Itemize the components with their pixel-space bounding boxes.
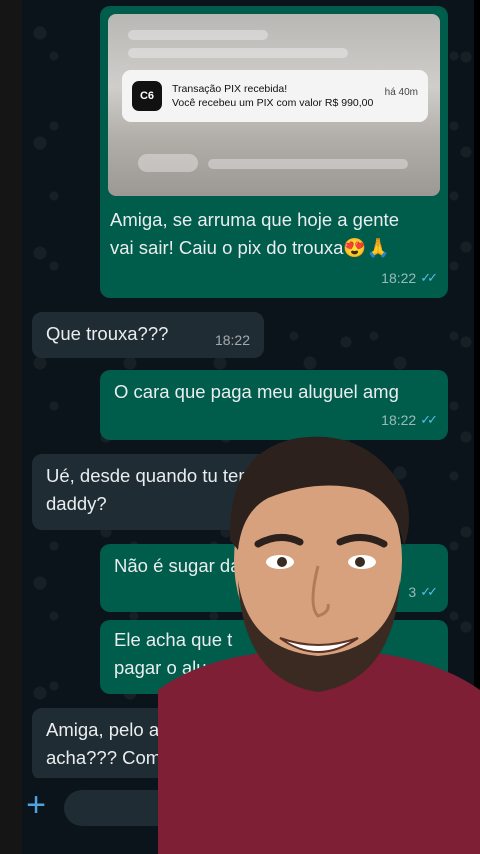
message-time: 18:22 [214, 332, 250, 348]
message-text: O cara que paga meu aluguel amg [114, 381, 399, 402]
message-time: 18:22 [381, 270, 417, 286]
message-text: Que trouxa??? [46, 323, 169, 344]
message-meta: 18:22 [215, 326, 250, 354]
message-text-line: Amiga, se arruma que hoje a gente [110, 209, 399, 230]
pix-notification: C6 Transação PIX recebida! Você recebeu … [122, 70, 428, 122]
message-meta: 18:22 ✓✓ [381, 264, 438, 292]
message-text-line: vai sair! Caiu o pix do trouxa😍🙏 [110, 237, 390, 258]
notification-time: há 40m [384, 87, 418, 98]
double-check-icon: ✓✓ [420, 270, 438, 285]
message-text-line: Amiga, pelo a [46, 719, 160, 740]
message-incoming[interactable]: Que trouxa??? 18:22 [32, 312, 264, 358]
presenter-overlay [158, 436, 480, 854]
message-outgoing-image[interactable]: C6 Transação PIX recebida! Você recebeu … [100, 6, 448, 298]
message-text-line: acha??? Com [46, 747, 162, 768]
bank-logo: C6 [132, 81, 162, 111]
left-edge [0, 0, 22, 854]
screenshot-image[interactable]: C6 Transação PIX recebida! Você recebeu … [108, 14, 440, 196]
plus-icon[interactable]: + [22, 788, 50, 822]
